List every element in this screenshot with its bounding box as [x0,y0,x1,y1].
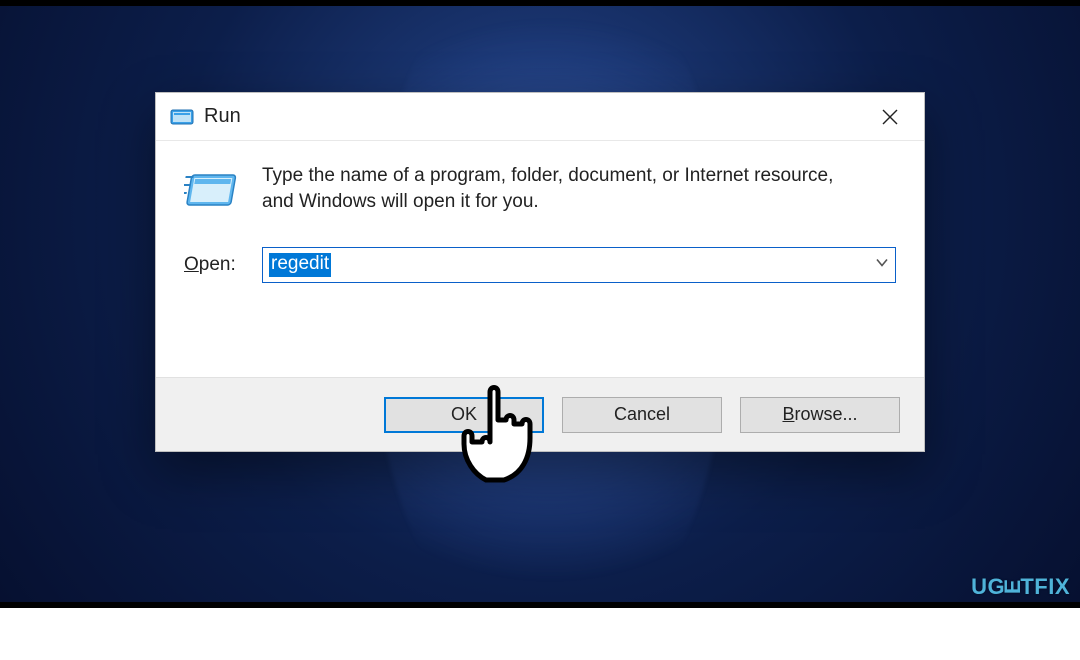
ok-button[interactable]: OK [384,397,544,433]
close-icon [881,108,899,126]
dialog-description: Type the name of a program, folder, docu… [262,163,862,214]
ok-button-label: OK [451,404,477,425]
run-large-icon [184,163,240,219]
browse-button-label: Browse... [782,404,857,425]
open-label: Open: [184,254,244,276]
open-combobox[interactable]: regedit [262,247,896,283]
titlebar: Run [156,93,924,141]
cancel-button[interactable]: Cancel [562,397,722,433]
close-button[interactable] [862,97,918,137]
dialog-body: Type the name of a program, folder, docu… [156,141,924,283]
open-input-value[interactable]: regedit [269,253,331,277]
chevron-down-icon[interactable] [875,256,889,275]
run-icon [170,105,194,129]
watermark: UGƎTFIX [971,574,1070,600]
dialog-footer: OK Cancel Browse... [156,377,924,451]
run-dialog: Run [155,92,925,452]
dialog-title: Run [204,105,241,128]
cancel-button-label: Cancel [614,404,670,425]
browse-button[interactable]: Browse... [740,397,900,433]
